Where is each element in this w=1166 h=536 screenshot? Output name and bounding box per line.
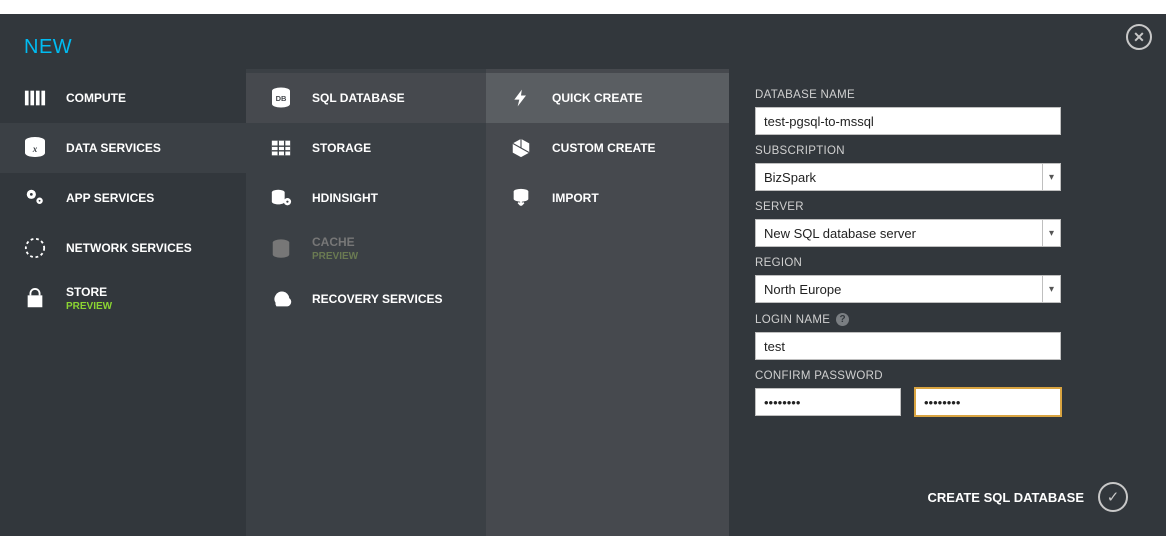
import-icon <box>508 185 534 211</box>
hdinsight-icon <box>268 185 294 211</box>
form-column: DATABASE NAME SUBSCRIPTION BizSpark ▾ SE… <box>729 69 1166 536</box>
service-cache: CACHE PREVIEW <box>246 223 486 274</box>
category-label: COMPUTE <box>66 91 126 105</box>
close-icon: ✕ <box>1133 29 1145 46</box>
select-value: BizSpark <box>764 170 816 185</box>
cache-icon <box>268 236 294 262</box>
input-login-name[interactable] <box>755 332 1061 360</box>
service-label: CACHE <box>312 235 358 249</box>
custom-create-icon <box>508 135 534 161</box>
preview-badge: PREVIEW <box>66 301 112 312</box>
category-label: STORE <box>66 285 112 299</box>
category-network-services[interactable]: NETWORK SERVICES <box>0 223 246 273</box>
select-server[interactable]: New SQL database server ▾ <box>755 219 1061 247</box>
action-quick-create[interactable]: QUICK CREATE <box>486 73 729 123</box>
input-database-name[interactable] <box>755 107 1061 135</box>
data-services-icon: x <box>22 135 48 161</box>
category-label: DATA SERVICES <box>66 141 161 155</box>
create-button-label: CREATE SQL DATABASE <box>928 490 1085 505</box>
category-label: NETWORK SERVICES <box>66 241 192 255</box>
label-region: REGION <box>755 257 1128 269</box>
action-label: QUICK CREATE <box>552 91 642 105</box>
store-icon <box>22 286 48 312</box>
label-database-name: DATABASE NAME <box>755 89 1128 101</box>
password-row <box>755 388 1128 416</box>
label-text: LOGIN NAME <box>755 314 830 326</box>
new-wizard-panel: ✕ NEW COMPUTE x DATA SERVICES APP <box>0 14 1166 536</box>
wizard-body: COMPUTE x DATA SERVICES APP SERVICES NET… <box>0 69 1166 536</box>
form-footer: CREATE SQL DATABASE ✓ <box>755 464 1128 536</box>
label-subscription: SUBSCRIPTION <box>755 145 1128 157</box>
label-confirm-password: CONFIRM PASSWORD <box>755 370 1128 382</box>
service-label: SQL DATABASE <box>312 91 405 105</box>
svg-text:DB: DB <box>276 94 287 103</box>
recovery-services-icon <box>268 286 294 312</box>
category-app-services[interactable]: APP SERVICES <box>0 173 246 223</box>
action-import[interactable]: IMPORT <box>486 173 729 223</box>
label-server: SERVER <box>755 201 1128 213</box>
chevron-down-icon: ▾ <box>1042 220 1060 246</box>
svg-text:x: x <box>32 144 38 154</box>
chevron-down-icon: ▾ <box>1042 164 1060 190</box>
category-store[interactable]: STORE PREVIEW <box>0 273 246 324</box>
app-services-icon <box>22 185 48 211</box>
panel-title: NEW <box>0 14 1166 69</box>
category-data-services[interactable]: x DATA SERVICES <box>0 123 246 173</box>
quick-create-icon <box>508 85 534 111</box>
service-label: HDINSIGHT <box>312 191 378 205</box>
check-icon: ✓ <box>1107 488 1120 506</box>
compute-icon <box>22 85 48 111</box>
service-hdinsight[interactable]: HDINSIGHT <box>246 173 486 223</box>
network-services-icon <box>22 235 48 261</box>
category-column: COMPUTE x DATA SERVICES APP SERVICES NET… <box>0 69 246 536</box>
service-recovery-services[interactable]: RECOVERY SERVICES <box>246 274 486 324</box>
service-storage[interactable]: STORAGE <box>246 123 486 173</box>
service-column: DB SQL DATABASE STORAGE HDINSIGHT <box>246 69 486 536</box>
action-custom-create[interactable]: CUSTOM CREATE <box>486 123 729 173</box>
select-subscription[interactable]: BizSpark ▾ <box>755 163 1061 191</box>
close-button[interactable]: ✕ <box>1126 24 1152 50</box>
action-label: CUSTOM CREATE <box>552 141 656 155</box>
preview-badge: PREVIEW <box>312 251 358 262</box>
input-confirm-password[interactable] <box>915 388 1061 416</box>
select-region[interactable]: North Europe ▾ <box>755 275 1061 303</box>
action-label: IMPORT <box>552 191 599 205</box>
chevron-down-icon: ▾ <box>1042 276 1060 302</box>
input-password[interactable] <box>755 388 901 416</box>
service-label: STORAGE <box>312 141 371 155</box>
action-column: QUICK CREATE CUSTOM CREATE IMPORT <box>486 69 729 536</box>
service-label: RECOVERY SERVICES <box>312 292 443 306</box>
sql-database-icon: DB <box>268 85 294 111</box>
category-compute[interactable]: COMPUTE <box>0 73 246 123</box>
select-value: New SQL database server <box>764 226 916 241</box>
background-strip <box>0 0 1166 14</box>
label-login-name: LOGIN NAME ? <box>755 313 1128 326</box>
select-value: North Europe <box>764 282 841 297</box>
help-icon[interactable]: ? <box>836 313 849 326</box>
category-label: APP SERVICES <box>66 191 154 205</box>
create-button[interactable]: ✓ <box>1098 482 1128 512</box>
storage-icon <box>268 135 294 161</box>
service-sql-database[interactable]: DB SQL DATABASE <box>246 73 486 123</box>
